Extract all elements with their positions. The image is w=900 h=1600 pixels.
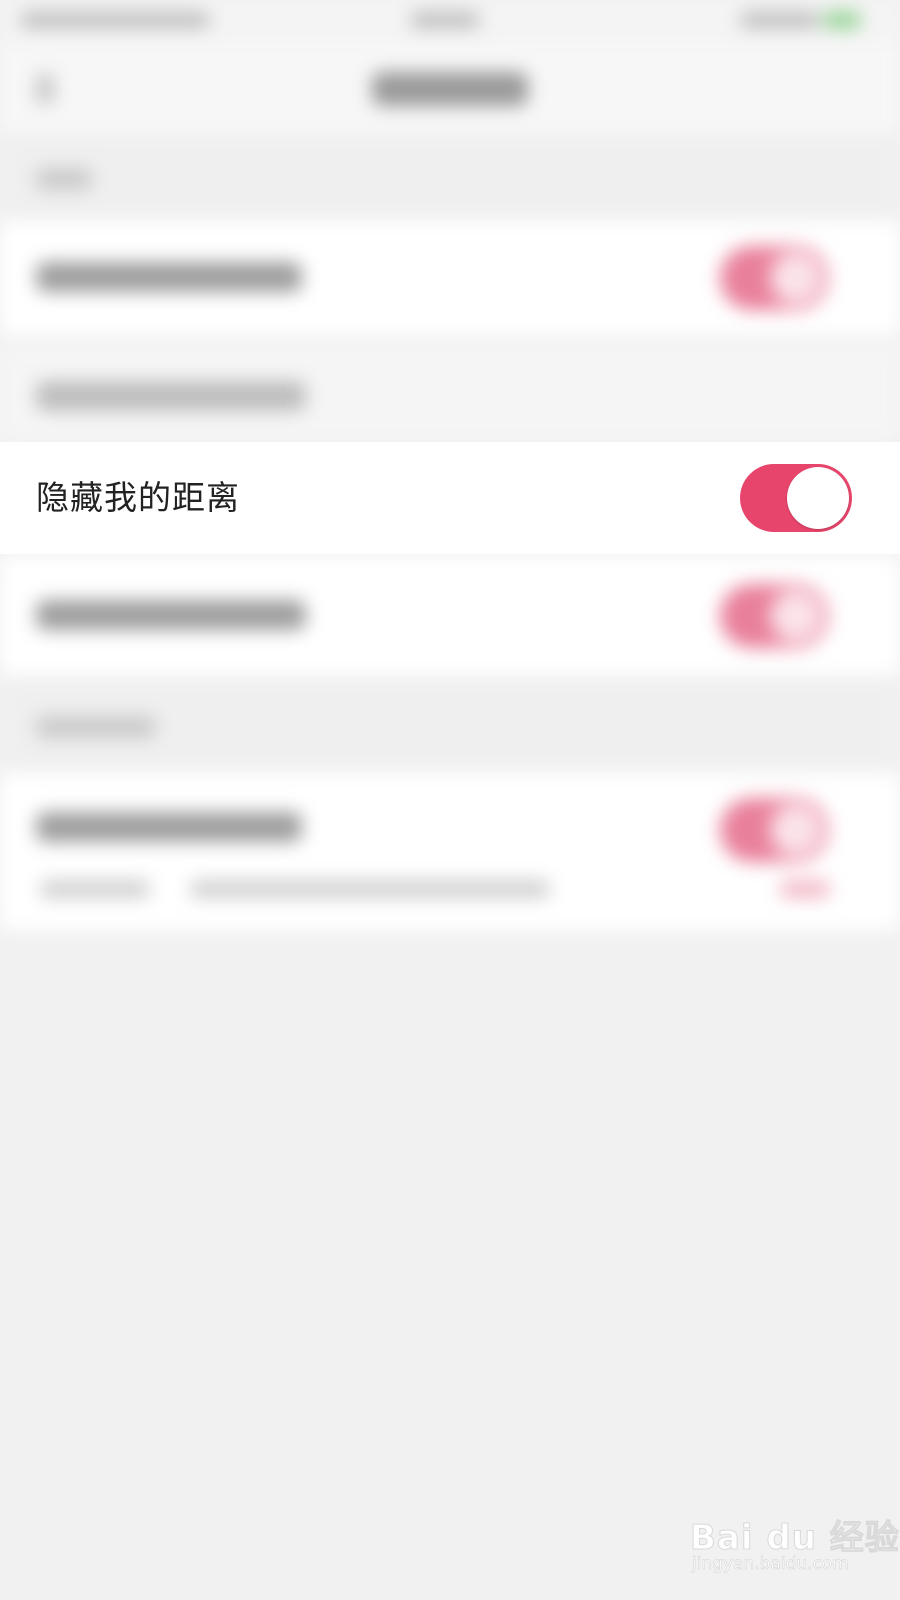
section-header-2: [0, 676, 900, 772]
back-arrow-icon[interactable]: [36, 74, 54, 104]
setting-row-2[interactable]: [0, 345, 900, 440]
battery-icon: [824, 12, 860, 28]
section-header-placeholder: [36, 168, 92, 190]
setting-label-placeholder: [36, 812, 302, 842]
navigation-bar: [0, 44, 900, 134]
toggle-switch[interactable]: [720, 798, 828, 862]
status-bar: [0, 0, 900, 44]
status-carrier-placeholder: [20, 12, 210, 28]
setting-row-hide-distance[interactable]: 隐藏我的距离: [0, 442, 900, 554]
status-time-placeholder: [410, 12, 480, 28]
section-header-1: [0, 134, 900, 220]
toggle-switch[interactable]: [720, 246, 828, 310]
setting-row-1[interactable]: [0, 220, 900, 335]
setting-row-4[interactable]: [0, 556, 900, 676]
baidu-jingyan-watermark: Bai du 经验 jingyan.baidu.com: [690, 1500, 900, 1580]
setting-label-placeholder: [36, 262, 302, 292]
page-title-placeholder: [372, 72, 528, 106]
setting-row-5[interactable]: [0, 772, 900, 930]
hide-distance-label: 隐藏我的距离: [36, 478, 240, 517]
status-indicators-placeholder: [740, 12, 820, 28]
hide-distance-toggle[interactable]: [740, 464, 852, 532]
setting-label-placeholder: [36, 381, 306, 411]
toggle-switch[interactable]: [720, 584, 828, 648]
row-detail-placeholder: [40, 880, 150, 898]
section-header-placeholder: [36, 716, 156, 738]
setting-label-placeholder: [36, 600, 306, 630]
watermark-logo: Bai du 经验: [690, 1518, 900, 1559]
row-detail-placeholder: [190, 880, 550, 898]
toggle-knob: [787, 467, 849, 529]
blurred-background: [0, 0, 900, 1600]
watermark-url: jingyan.baidu.com: [692, 1554, 849, 1575]
row-link-placeholder[interactable]: [780, 880, 830, 898]
